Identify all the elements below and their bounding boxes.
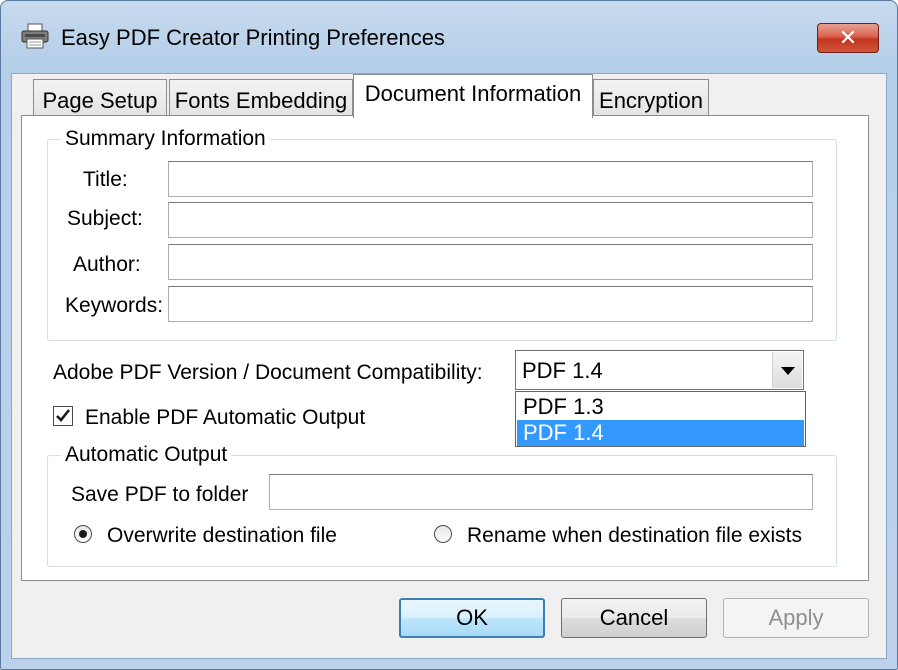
enable-automatic-output-label[interactable]: Enable PDF Automatic Output: [85, 406, 365, 430]
tab-document-information[interactable]: Document Information: [353, 74, 593, 118]
window-title: Easy PDF Creator Printing Preferences: [61, 25, 445, 50]
keywords-field[interactable]: [168, 286, 813, 322]
tab-fonts-embedding[interactable]: Fonts Embedding: [169, 79, 353, 117]
overwrite-radio[interactable]: [74, 525, 92, 543]
author-field[interactable]: [168, 244, 813, 280]
dialog-window: Easy PDF Creator Printing Preferences ✕ …: [0, 0, 898, 670]
cancel-button[interactable]: Cancel: [561, 598, 707, 638]
tab-label: Document Information: [364, 81, 582, 106]
printer-icon: [21, 23, 49, 49]
save-folder-field[interactable]: [269, 474, 813, 510]
title-label: Title:: [83, 168, 128, 191]
save-folder-label: Save PDF to folder: [71, 483, 249, 506]
tab-label: Page Setup: [42, 88, 158, 113]
enable-automatic-output-checkbox[interactable]: [53, 406, 73, 426]
author-label: Author:: [73, 253, 141, 276]
checkmark-icon: [56, 409, 71, 422]
subject-label: Subject:: [67, 207, 143, 230]
chevron-down-icon[interactable]: [772, 352, 802, 388]
option-pdf-1-3[interactable]: PDF 1.3: [517, 394, 804, 420]
apply-button[interactable]: Apply: [723, 598, 869, 638]
title-bar[interactable]: Easy PDF Creator Printing Preferences ✕: [1, 1, 897, 73]
tab-encryption[interactable]: Encryption: [593, 79, 709, 117]
subject-field[interactable]: [168, 202, 813, 238]
keywords-label: Keywords:: [65, 294, 164, 317]
close-button[interactable]: ✕: [817, 23, 879, 53]
automatic-output-group: [47, 455, 837, 567]
automatic-output-legend: Automatic Output: [61, 443, 232, 467]
ok-button[interactable]: OK: [399, 598, 545, 638]
option-pdf-1-4[interactable]: PDF 1.4: [517, 420, 804, 446]
overwrite-label[interactable]: Overwrite destination file: [107, 524, 337, 548]
tab-page-setup[interactable]: Page Setup: [33, 79, 167, 117]
close-icon: ✕: [838, 25, 858, 50]
title-field[interactable]: [168, 161, 813, 197]
compatibility-dropdown[interactable]: PDF 1.4: [515, 350, 804, 390]
compatibility-label: Adobe PDF Version / Document Compatibili…: [53, 361, 483, 384]
rename-radio[interactable]: [434, 525, 452, 543]
rename-label[interactable]: Rename when destination file exists: [467, 524, 802, 548]
tab-label: Fonts Embedding: [174, 88, 348, 113]
tab-label: Encryption: [599, 88, 703, 113]
compatibility-dropdown-list: PDF 1.3 PDF 1.4: [515, 391, 806, 447]
compatibility-selected: PDF 1.4: [522, 358, 603, 383]
summary-information-legend: Summary Information: [61, 127, 270, 151]
